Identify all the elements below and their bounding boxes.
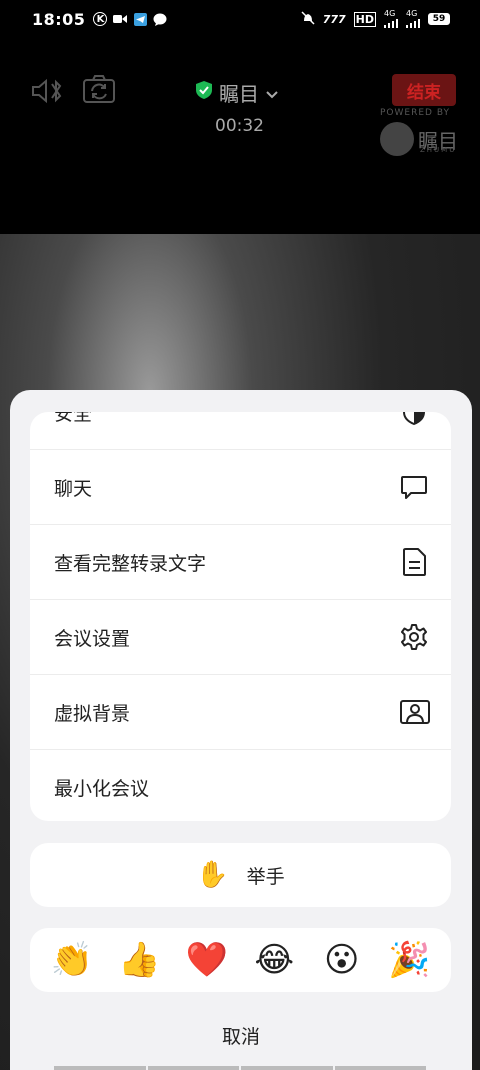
hd-icon: HD (353, 11, 376, 27)
person-frame-icon (399, 697, 430, 727)
menu-item-chat[interactable]: 聊天 (30, 450, 451, 525)
menu-item-virtual-background[interactable]: 虚拟背景 (30, 675, 451, 750)
signal-4g-icon: 4G (406, 10, 420, 28)
home-indicator (54, 1066, 426, 1070)
meeting-header: 瞩目 00:32 结束 POWERED BY 瞩目 ZHUMU (0, 38, 480, 234)
meeting-title-dropdown[interactable]: 瞩目 (195, 78, 279, 107)
document-icon (399, 547, 429, 577)
reaction-joy-icon[interactable]: 😂 (252, 938, 296, 982)
menu-item-meeting-settings[interactable]: 会议设置 (30, 600, 451, 675)
switch-camera-button[interactable] (82, 74, 116, 104)
speed-icon: 777 (322, 12, 346, 26)
chevron-down-icon (265, 81, 279, 105)
reaction-surprised-icon[interactable]: 😮 (320, 938, 364, 982)
reaction-thumbs-up-icon[interactable]: 👍 (117, 938, 161, 982)
reaction-bar: 👏 👍 ❤️ 😂 😮 🎉 (30, 928, 451, 992)
mute-bell-icon (301, 10, 315, 28)
raise-hand-label: 举手 (246, 865, 285, 888)
end-meeting-button[interactable]: 结束 (392, 74, 456, 106)
status-bar: 18:05 K 777 HD 4G 4G 59 (0, 0, 480, 38)
cancel-button[interactable]: 取消 (10, 1015, 472, 1055)
message-icon (153, 12, 167, 26)
menu-item-label: 虚拟背景 (54, 702, 131, 725)
telegram-icon (133, 12, 147, 26)
shield-icon (399, 412, 429, 427)
brand-logo: 瞩目 ZHUMU (380, 122, 458, 156)
menu-item-minimize-meeting[interactable]: 最小化会议 (30, 750, 451, 821)
reaction-heart-icon[interactable]: ❤️ (185, 938, 229, 982)
menu-item-transcript[interactable]: 查看完整转录文字 (30, 525, 451, 600)
menu-item-label: 查看完整转录文字 (54, 552, 207, 575)
meeting-title: 瞩目 (219, 82, 259, 106)
status-right-icons: 777 HD 4G 4G 59 (301, 10, 450, 28)
menu-item-security[interactable]: 安全 (30, 412, 451, 450)
brand-sub: ZHUMU (420, 146, 457, 154)
powered-by-label: POWERED BY (380, 108, 451, 118)
menu-card: 安全 聊天 查看完整转录文字 会议设置 虚拟背景 最小化会议 (30, 412, 451, 821)
status-time: 18:05 (32, 9, 86, 29)
reaction-clap-icon[interactable]: 👏 (50, 938, 94, 982)
reaction-party-icon[interactable]: 🎉 (387, 938, 431, 982)
speaker-bluetooth-button[interactable] (30, 76, 66, 106)
chat-bubble-icon (399, 472, 429, 502)
video-icon (113, 12, 128, 26)
more-options-sheet: 安全 聊天 查看完整转录文字 会议设置 虚拟背景 最小化会议 ✋ 举手 👏 👍 … (10, 390, 472, 1070)
gear-icon (399, 622, 429, 652)
raise-hand-icon: ✋ (196, 860, 229, 890)
menu-item-label: 聊天 (54, 477, 93, 500)
shield-check-icon (195, 80, 213, 105)
meeting-timer: 00:32 (215, 116, 264, 136)
brand-logo-icon (380, 122, 414, 156)
k-icon: K (93, 12, 108, 26)
raise-hand-button[interactable]: ✋ 举手 (30, 843, 451, 907)
status-left-icons: K (93, 12, 167, 26)
menu-item-label: 安全 (54, 412, 93, 425)
menu-list: 安全 聊天 查看完整转录文字 会议设置 虚拟背景 最小化会议 (30, 412, 451, 821)
battery-icon: 59 (428, 13, 450, 25)
menu-item-label: 会议设置 (54, 627, 131, 650)
signal-4g-icon: 4G (384, 10, 398, 28)
menu-item-label: 最小化会议 (54, 778, 150, 800)
